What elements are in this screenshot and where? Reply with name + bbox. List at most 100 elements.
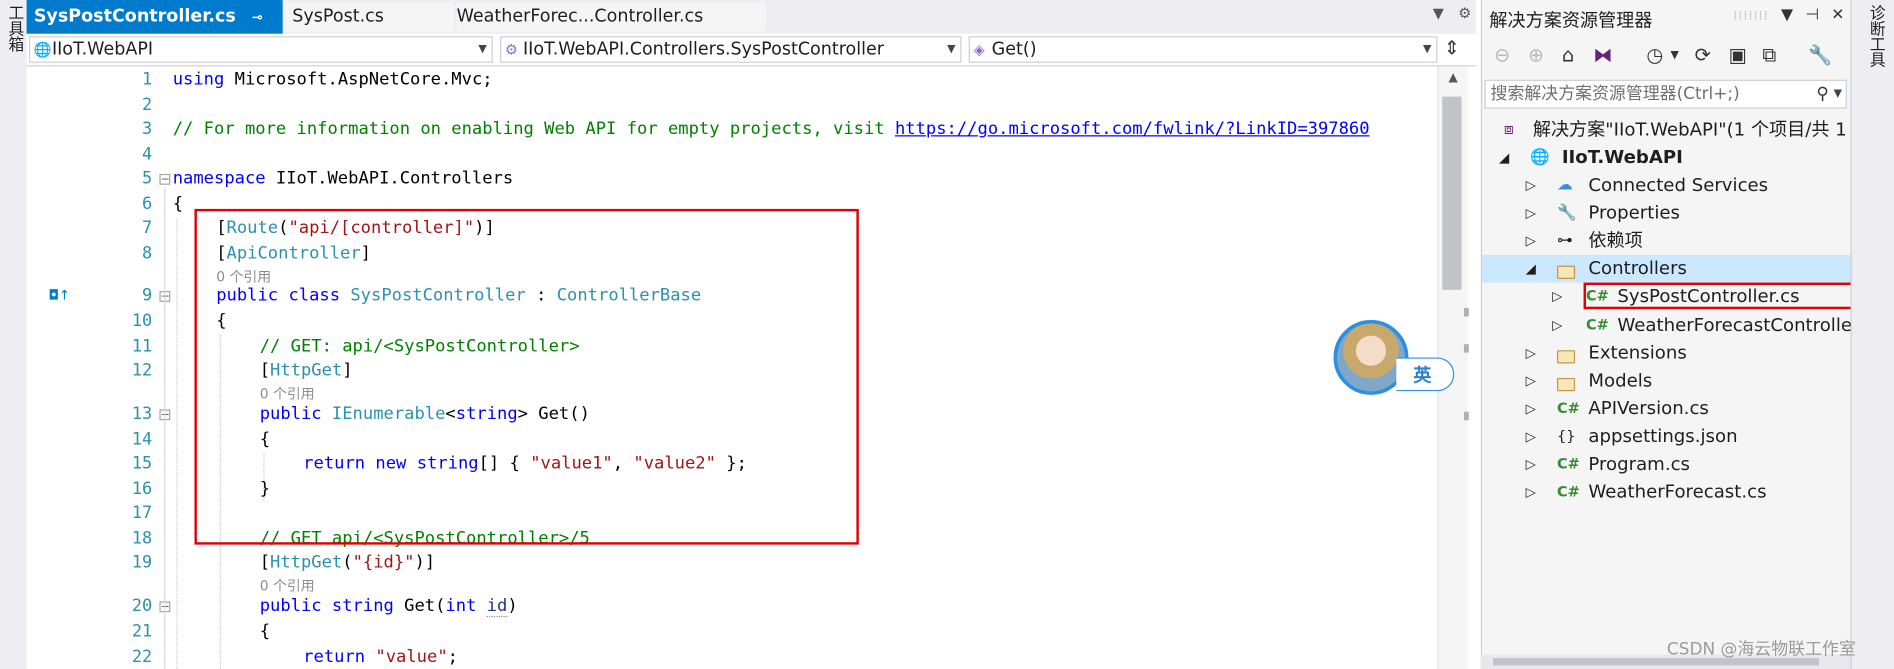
tree-item-label: WeatherForecastController.cs bbox=[1617, 313, 1883, 336]
code-line-5: namespace IIoT.WebAPI.Controllers bbox=[173, 169, 513, 188]
code-text: Get( bbox=[393, 596, 446, 616]
tab-overflow-tools[interactable]: ▼ ⚙ bbox=[1433, 5, 1471, 22]
collapsed-arrow-icon[interactable]: ▷ bbox=[1526, 478, 1536, 506]
line-number: 22 bbox=[131, 647, 153, 667]
tab-label: SysPost.cs bbox=[292, 7, 384, 27]
indent-guide bbox=[176, 218, 178, 669]
expanded-arrow-icon[interactable]: ◢ bbox=[1499, 144, 1509, 172]
tab-syspost[interactable]: SysPost.cs bbox=[285, 2, 455, 32]
code-line-1: using Microsoft.AspNetCore.Mvc; bbox=[173, 70, 493, 89]
toolbox-label[interactable]: 工具箱 bbox=[2, 5, 25, 52]
line-number: 20 bbox=[131, 596, 153, 616]
back-icon[interactable]: ⊖ bbox=[1494, 43, 1510, 66]
tree-item-connected-services[interactable]: ▷ ☁ Connected Services bbox=[1482, 171, 1852, 199]
scroll-up-icon[interactable]: ▲ bbox=[1439, 71, 1468, 84]
member-dropdown[interactable]: ◈ Get() ▼ bbox=[968, 36, 1438, 63]
pin-icon[interactable]: ⊣ bbox=[1805, 6, 1819, 24]
tree-item-dependencies[interactable]: ▷ ⊶ 依赖项 bbox=[1482, 227, 1852, 255]
tree-item-apiversion[interactable]: ▷ C# APIVersion.cs bbox=[1482, 395, 1852, 423]
project-dropdown[interactable]: 🌐 IIoT.WebAPI ▼ bbox=[28, 36, 493, 63]
type-dropdown[interactable]: ⚙ IIoT.WebAPI.Controllers.SysPostControl… bbox=[500, 36, 962, 63]
class-icon: ⚙ bbox=[504, 41, 518, 58]
close-icon[interactable]: ✕ bbox=[1831, 6, 1844, 24]
comment-link[interactable]: https://go.microsoft.com/fwlink/?LinkID=… bbox=[895, 120, 1370, 139]
pending-changes-icon[interactable]: ◷ bbox=[1646, 43, 1663, 66]
tree-item-label: Controllers bbox=[1588, 257, 1687, 279]
chevron-down-icon[interactable]: ▼ bbox=[1671, 50, 1679, 62]
solution-search-input[interactable]: 搜索解决方案资源管理器(Ctrl+;) ⚲ ▼ bbox=[1484, 79, 1847, 109]
toolbox-strip[interactable]: 工具箱 bbox=[0, 0, 28, 669]
search-icon[interactable]: ⚲ bbox=[1816, 81, 1828, 108]
tab-syspostcontroller[interactable]: SysPostController.cs ⊸ ✕ bbox=[26, 0, 283, 62]
sync-icon[interactable]: ⟳ bbox=[1695, 43, 1711, 66]
tree-item-controllers[interactable]: ◢ Controllers bbox=[1482, 254, 1852, 283]
expanded-arrow-icon[interactable]: ◢ bbox=[1526, 255, 1536, 283]
collapsed-arrow-icon[interactable]: ▷ bbox=[1526, 171, 1536, 199]
tree-item-models[interactable]: ▷ Models bbox=[1482, 367, 1852, 395]
tree-item-label: APIVersion.cs bbox=[1588, 397, 1709, 420]
code-text: ) bbox=[507, 596, 518, 616]
line-number: 10 bbox=[131, 311, 153, 331]
codelens-references[interactable]: 0 个引用 bbox=[260, 576, 315, 595]
collapsed-arrow-icon[interactable]: ▷ bbox=[1526, 423, 1536, 451]
diagnostic-tools-label[interactable]: 诊断工具 bbox=[1864, 5, 1887, 68]
line-number: 13 bbox=[131, 404, 153, 424]
tree-item-label: Extensions bbox=[1588, 341, 1687, 364]
collapsed-arrow-icon[interactable]: ▷ bbox=[1552, 283, 1562, 311]
collapsed-arrow-icon[interactable]: ▷ bbox=[1526, 450, 1536, 478]
split-editor-icon[interactable]: ⇕ bbox=[1437, 36, 1466, 63]
chevron-down-icon[interactable]: ▼ bbox=[478, 37, 486, 61]
chevron-down-icon[interactable]: ▼ bbox=[1423, 37, 1431, 61]
collapse-toggle[interactable]: − bbox=[159, 173, 171, 185]
collapsed-arrow-icon[interactable]: ▷ bbox=[1526, 339, 1536, 367]
tab-weatherforecastcontroller[interactable]: WeatherForec...Controller.cs bbox=[456, 2, 766, 32]
tree-item-extensions[interactable]: ▷ Extensions bbox=[1482, 339, 1852, 367]
chevron-down-icon[interactable]: ▼ bbox=[947, 37, 955, 61]
dependencies-icon: ⊶ bbox=[1556, 231, 1573, 250]
visual-studio-icon[interactable]: ⧓ bbox=[1593, 43, 1612, 66]
method-icon: ◈ bbox=[973, 41, 985, 58]
tree-item-program[interactable]: ▷ C# Program.cs bbox=[1482, 450, 1852, 478]
tree-item-appsettings[interactable]: ▷ {} appsettings.json bbox=[1482, 423, 1852, 451]
web-project-icon: 🌐 bbox=[1530, 148, 1550, 167]
code-text: { bbox=[259, 621, 271, 642]
tree-item-weatherforecast[interactable]: ▷ C# WeatherForecast.cs bbox=[1482, 478, 1852, 506]
highlight-box-controller bbox=[194, 208, 859, 545]
chevron-down-icon[interactable]: ▼ bbox=[1834, 81, 1842, 108]
collapsed-arrow-icon[interactable]: ▷ bbox=[1526, 367, 1536, 395]
project-dropdown-value: IIoT.WebAPI bbox=[51, 39, 154, 60]
solution-explorer-panel: 解决方案资源管理器 ⁞⁞⁞⁞⁞⁞⁞ ▼ ⊣ ✕ ⊖ ⊕ ⌂ ⧓ ◷ ▼ ⟳ ▣ … bbox=[1480, 0, 1883, 669]
tree-item-weatherforecastcontroller[interactable]: ▷ C# WeatherForecastController.cs bbox=[1482, 312, 1883, 340]
scrollbar-thumb[interactable] bbox=[1442, 96, 1462, 290]
collapsed-arrow-icon[interactable]: ▷ bbox=[1526, 227, 1536, 255]
diagnostic-tools-strip[interactable]: 诊断工具 bbox=[1850, 0, 1894, 669]
string-literal: "value" bbox=[375, 647, 448, 667]
home-icon[interactable]: ⌂ bbox=[1562, 43, 1574, 66]
highlight-box-tree-item bbox=[1583, 282, 1894, 310]
tree-item-properties[interactable]: ▷ 🔧 Properties bbox=[1482, 199, 1852, 227]
ime-indicator[interactable]: 英 bbox=[1396, 357, 1455, 392]
pin-icon[interactable]: ⊸ bbox=[252, 10, 263, 26]
keyword: public bbox=[259, 596, 322, 616]
collapsed-arrow-icon[interactable]: ▷ bbox=[1526, 199, 1536, 227]
comment: // For more information on enabling Web … bbox=[172, 119, 895, 139]
tree-item-project[interactable]: ◢ 🌐 IIoT.WebAPI bbox=[1482, 144, 1852, 172]
show-all-files-icon[interactable]: ⧉ bbox=[1762, 43, 1776, 67]
implementation-glyph-icon[interactable]: ◘↑ bbox=[48, 287, 70, 303]
tree-item-label: Program.cs bbox=[1588, 452, 1691, 475]
forward-icon[interactable]: ⊕ bbox=[1528, 43, 1544, 66]
keyword: using bbox=[172, 70, 225, 90]
chevron-down-icon[interactable]: ▼ bbox=[1781, 6, 1793, 24]
code-text: Microsoft.AspNetCore.Mvc; bbox=[224, 70, 493, 90]
drag-grip-icon[interactable]: ⁞⁞⁞⁞⁞⁞⁞ bbox=[1733, 10, 1768, 23]
tree-item-label: Connected Services bbox=[1588, 173, 1769, 196]
collapsed-arrow-icon[interactable]: ▷ bbox=[1552, 312, 1562, 340]
gear-icon[interactable]: ⚙ bbox=[1458, 5, 1471, 22]
line-number: 1 bbox=[142, 70, 153, 90]
csharp-file-icon: C# bbox=[1556, 399, 1580, 417]
collapsed-arrow-icon[interactable]: ▷ bbox=[1526, 395, 1536, 423]
collapse-all-icon[interactable]: ▣ bbox=[1729, 43, 1747, 66]
tree-item-solution[interactable]: ⧈ 解决方案"IIoT.WebAPI"(1 个项目/共 1 个) bbox=[1482, 116, 1878, 144]
properties-icon[interactable]: 🔧 bbox=[1808, 43, 1832, 66]
chevron-down-icon[interactable]: ▼ bbox=[1433, 5, 1444, 22]
